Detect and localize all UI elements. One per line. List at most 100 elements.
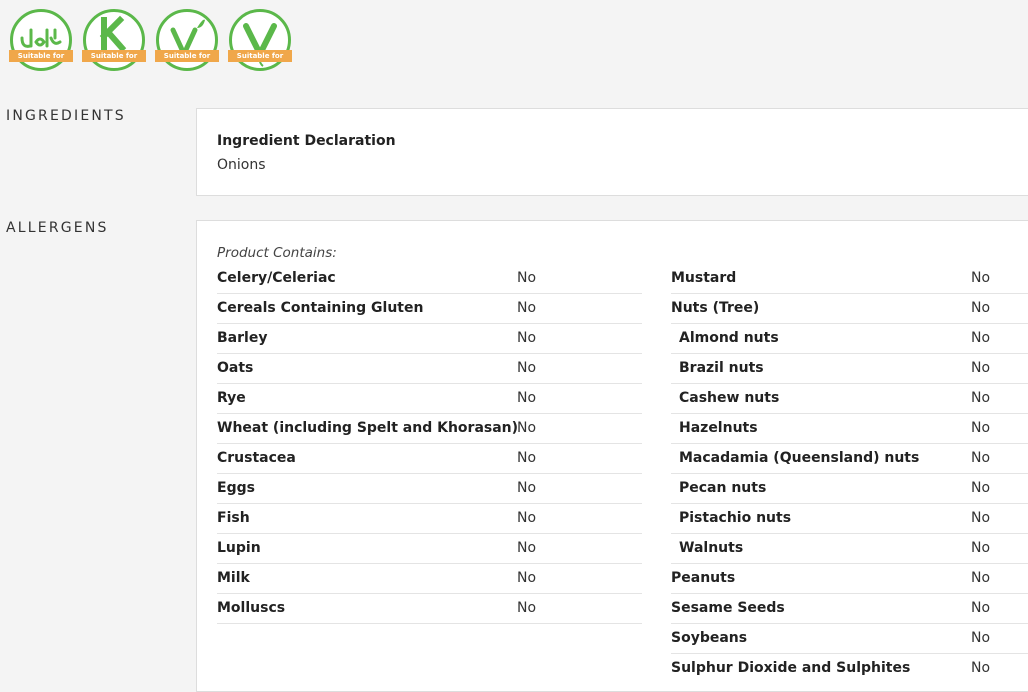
allergen-value: No	[971, 390, 991, 406]
allergen-value: No	[971, 510, 991, 526]
allergen-row: Brazil nuts No	[671, 354, 1028, 384]
allergens-panel: Product Contains: Celery/Celeriac No Cerea…	[196, 220, 1028, 692]
kosher-badge: Suitable for	[82, 8, 146, 72]
allergen-value: No	[517, 420, 537, 436]
allergen-value: No	[517, 270, 537, 286]
allergen-value: No	[517, 600, 537, 616]
badge-label: Suitable for	[82, 50, 146, 62]
allergen-name: Pecan nuts	[679, 480, 767, 496]
allergen-value: No	[517, 300, 537, 316]
allergen-value: No	[971, 600, 991, 616]
allergen-name: Almond nuts	[679, 330, 779, 346]
allergen-row: Crustacea No	[217, 444, 642, 474]
ingredients-panel: Ingredient Declaration Onions	[196, 108, 1028, 196]
product-contains-label: Product Contains:	[217, 245, 337, 261]
allergen-row: Sesame Seeds No	[671, 594, 1028, 624]
vegan-badge: Suitable for	[228, 8, 292, 72]
allergen-row: Wheat (including Spelt and Khorasan) No	[217, 414, 642, 444]
allergen-name: Milk	[217, 570, 250, 586]
allergen-row: Sulphur Dioxide and Sulphites No	[671, 654, 1028, 683]
allergen-value: No	[971, 360, 991, 376]
allergen-row: Celery/Celeriac No	[217, 264, 642, 294]
allergen-row: Hazelnuts No	[671, 414, 1028, 444]
allergen-value: No	[517, 510, 537, 526]
allergen-row: Peanuts No	[671, 564, 1028, 594]
allergen-name: Peanuts	[671, 570, 736, 586]
allergen-row: Eggs No	[217, 474, 642, 504]
allergen-name: Barley	[217, 330, 268, 346]
dietary-badges: Suitable for Suitable for Suitable for S…	[9, 8, 292, 72]
allergen-value: No	[971, 630, 991, 646]
allergen-name: Oats	[217, 360, 254, 376]
ingredients-heading: INGREDIENTS	[6, 108, 126, 124]
allergen-value: No	[971, 570, 991, 586]
allergen-value: No	[971, 330, 991, 346]
allergen-value: No	[517, 450, 537, 466]
halal-badge: Suitable for	[9, 8, 73, 72]
allergen-value: No	[517, 360, 537, 376]
allergen-row: Cereals Containing Gluten No	[217, 294, 642, 324]
allergen-row: Macadamia (Queensland) nuts No	[671, 444, 1028, 474]
allergen-name: Macadamia (Queensland) nuts	[679, 450, 920, 466]
vegan-icon	[229, 9, 291, 71]
allergen-value: No	[971, 540, 991, 556]
allergen-row: Milk No	[217, 564, 642, 594]
allergen-name: Mustard	[671, 270, 737, 286]
vegetarian-icon	[156, 9, 218, 71]
allergen-row: Almond nuts No	[671, 324, 1028, 354]
allergen-value: No	[517, 330, 537, 346]
allergen-row: Barley No	[217, 324, 642, 354]
allergen-value: No	[971, 660, 991, 676]
allergen-row: Walnuts No	[671, 534, 1028, 564]
allergen-name: Sulphur Dioxide and Sulphites	[671, 660, 911, 676]
halal-icon	[10, 9, 72, 71]
allergen-name: Cereals Containing Gluten	[217, 300, 424, 316]
allergen-name: Fish	[217, 510, 250, 526]
allergen-name: Hazelnuts	[679, 420, 758, 436]
allergen-value: No	[971, 270, 991, 286]
allergens-heading: ALLERGENS	[6, 220, 109, 236]
kosher-icon	[83, 9, 145, 71]
allergen-list-right: Mustard No Nuts (Tree) No Almond nuts No Brazi…	[671, 264, 1028, 683]
allergen-name: Sesame Seeds	[671, 600, 785, 616]
allergen-row: Rye No	[217, 384, 642, 414]
allergen-name: Eggs	[217, 480, 255, 496]
allergen-value: No	[517, 390, 537, 406]
badge-label: Suitable for	[228, 50, 292, 62]
allergen-row: Cashew nuts No	[671, 384, 1028, 414]
allergen-name: Crustacea	[217, 450, 296, 466]
allergen-name: Cashew nuts	[679, 390, 780, 406]
allergen-name: Lupin	[217, 540, 261, 556]
allergen-name: Nuts (Tree)	[671, 300, 760, 316]
allergen-row: Mustard No	[671, 264, 1028, 294]
allergen-name: Wheat (including Spelt and Khorasan)	[217, 420, 519, 436]
allergen-value: No	[517, 570, 537, 586]
allergen-list-left: Celery/Celeriac No Cereals Containing Glut…	[217, 264, 642, 624]
allergen-row: Soybeans No	[671, 624, 1028, 654]
allergen-row: Pecan nuts No	[671, 474, 1028, 504]
allergen-value: No	[517, 480, 537, 496]
vegetarian-badge: Suitable for	[155, 8, 219, 72]
allergen-value: No	[971, 420, 991, 436]
allergen-row: Oats No	[217, 354, 642, 384]
allergen-name: Celery/Celeriac	[217, 270, 336, 286]
allergen-value: No	[517, 540, 537, 556]
allergen-row: Lupin No	[217, 534, 642, 564]
allergen-value: No	[971, 300, 991, 316]
allergen-name: Walnuts	[679, 540, 744, 556]
ingredient-declaration-title: Ingredient Declaration	[217, 133, 396, 149]
allergen-row: Fish No	[217, 504, 642, 534]
allergen-row: Nuts (Tree) No	[671, 294, 1028, 324]
badge-label: Suitable for	[9, 50, 73, 62]
allergen-name: Brazil nuts	[679, 360, 764, 376]
allergen-name: Rye	[217, 390, 246, 406]
allergen-row: Molluscs No	[217, 594, 642, 624]
allergen-name: Soybeans	[671, 630, 748, 646]
allergen-value: No	[971, 450, 991, 466]
badge-label: Suitable for	[155, 50, 219, 62]
allergen-name: Pistachio nuts	[679, 510, 792, 526]
allergen-value: No	[971, 480, 991, 496]
ingredient-declaration-value: Onions	[217, 157, 266, 173]
allergen-row: Pistachio nuts No	[671, 504, 1028, 534]
allergen-name: Molluscs	[217, 600, 286, 616]
